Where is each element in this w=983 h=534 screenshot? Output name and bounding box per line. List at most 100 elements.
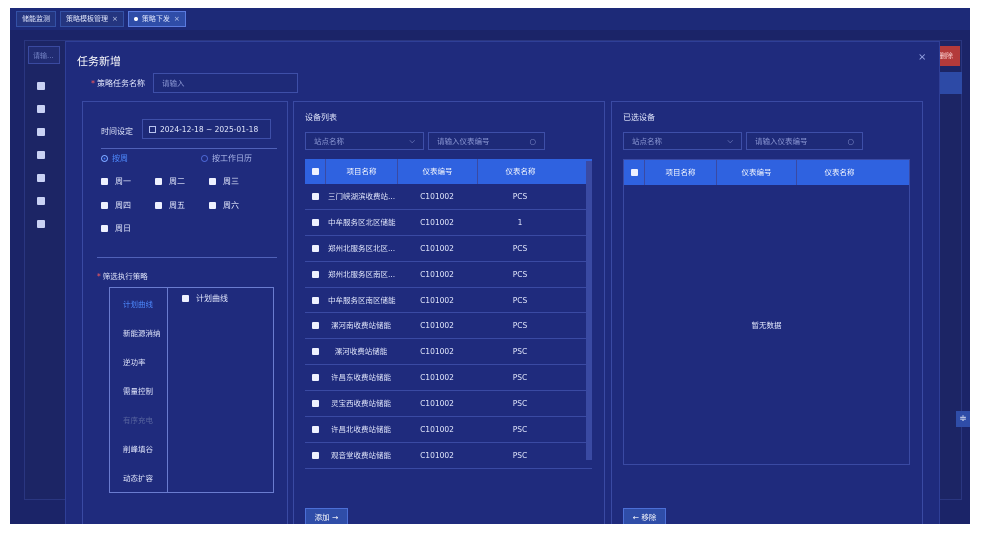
row-checkbox[interactable] xyxy=(305,451,325,459)
table-row[interactable]: 灵宝西收费站储能 C101002 PSC xyxy=(305,391,592,418)
meter-name-cell: PCS xyxy=(512,269,528,279)
row-checkbox[interactable] xyxy=(305,348,325,356)
active-dot-icon xyxy=(133,17,138,21)
required-mark: * xyxy=(97,272,101,281)
checkbox-plan-curve[interactable]: 计划曲线 xyxy=(182,293,228,304)
background-row-checkbox[interactable] xyxy=(37,174,45,182)
row-checkbox[interactable] xyxy=(305,374,325,382)
table-row[interactable]: 郑州北服务区北区... C101002 PCS xyxy=(305,236,592,262)
checkbox-icon xyxy=(209,202,216,209)
table-body: 三门峡湖滨收费站... C101002 PCS 中牟服务区北区储能 C101002 1 郑州… xyxy=(305,184,592,469)
table-row[interactable]: 中牟服务区北区储能 C101002 1 xyxy=(305,210,592,236)
meter-search-placeholder: 请输入仪表编号 xyxy=(755,136,808,146)
strategy-label-text: 筛选执行策略 xyxy=(102,272,148,281)
checkbox-sun[interactable]: 周日 xyxy=(101,223,131,234)
chevron-down-icon: ⌵ xyxy=(409,136,415,145)
checkbox-label: 周三 xyxy=(223,177,239,186)
meter-search-input[interactable]: 请输入仪表编号 ○ xyxy=(746,132,863,150)
checkbox-wed[interactable]: 周三 xyxy=(209,176,239,187)
table-row[interactable]: 观音堂收费站储能 C101002 PSC xyxy=(305,443,592,469)
filter-settings-icon[interactable]: ≑ xyxy=(956,411,970,427)
task-name-input[interactable]: 请输入 xyxy=(153,73,298,93)
checkbox-icon xyxy=(311,451,319,459)
meter-name-cell: PSC xyxy=(512,424,528,434)
select-all-checkbox[interactable] xyxy=(624,169,644,176)
checkbox-icon xyxy=(209,178,216,185)
checkbox-label: 周四 xyxy=(115,201,131,210)
checkbox-sat[interactable]: 周六 xyxy=(209,200,239,211)
background-row-checkbox[interactable] xyxy=(37,82,45,90)
background-row-checkbox[interactable] xyxy=(37,128,45,136)
table-row[interactable]: 三门峡湖滨收费站... C101002 PCS xyxy=(305,184,592,210)
tab-strategy-template[interactable]: 策略模板管理 × xyxy=(60,11,124,27)
meter-code-cell: C101002 xyxy=(420,347,454,357)
table-scrollbar[interactable] xyxy=(586,161,592,460)
background-row-checkbox[interactable] xyxy=(37,197,45,205)
row-checkbox[interactable] xyxy=(305,192,325,200)
checkbox-fri[interactable]: 周五 xyxy=(155,200,185,211)
tab-label: 储能监测 xyxy=(22,15,50,23)
table-row[interactable]: 许昌东收费站储能 C101002 PSC xyxy=(305,365,592,392)
background-row-checkbox[interactable] xyxy=(37,220,45,228)
station-select-placeholder: 站点名称 xyxy=(632,136,662,146)
column-header: 项目名称 xyxy=(644,160,716,185)
checkbox-tue[interactable]: 周二 xyxy=(155,176,185,187)
strategy-item-peak-shaving[interactable]: 削峰填谷 xyxy=(123,444,153,455)
required-mark: * xyxy=(91,79,95,88)
project-name-cell: 郑州北服务区南区... xyxy=(328,269,396,279)
row-checkbox[interactable] xyxy=(305,296,325,304)
row-checkbox[interactable] xyxy=(305,270,325,278)
tab-storage-monitor[interactable]: 储能监测 xyxy=(16,11,56,27)
tab-label: 策略下发 xyxy=(141,15,170,23)
meter-name-cell: PSC xyxy=(512,373,528,383)
meter-code-cell: C101002 xyxy=(420,373,454,383)
station-select[interactable]: 站点名称 ⌵ xyxy=(623,132,742,150)
radio-by-calendar[interactable]: 按工作日历 xyxy=(201,153,252,164)
meter-code-cell: C101002 xyxy=(420,321,454,331)
divider xyxy=(101,148,277,149)
close-icon[interactable]: × xyxy=(112,15,118,23)
row-checkbox[interactable] xyxy=(305,400,325,408)
table-row[interactable]: 中牟服务区南区储能 C101002 PCS xyxy=(305,288,592,314)
date-range-picker[interactable]: 2024-12-18 ~ 2025-01-18 xyxy=(142,119,271,139)
add-button[interactable]: 添加 → xyxy=(305,508,348,524)
table-row[interactable]: 漯河南收费站储能 C101002 PCS xyxy=(305,313,592,340)
meter-name-cell: PSC xyxy=(512,450,528,460)
station-select[interactable]: 站点名称 ⌵ xyxy=(305,132,424,150)
strategy-item-demand-control[interactable]: 需量控制 xyxy=(123,386,153,397)
strategy-item-dynamic-expansion[interactable]: 动态扩容 xyxy=(123,473,153,484)
calendar-icon xyxy=(149,125,156,133)
row-checkbox[interactable] xyxy=(305,218,325,226)
background-row-checkbox[interactable] xyxy=(37,105,45,113)
table-row[interactable]: 许昌北收费站储能 C101002 PSC xyxy=(305,417,592,443)
column-header: 仪表编号 xyxy=(716,160,796,185)
row-checkbox[interactable] xyxy=(305,322,325,330)
strategy-item-reverse-power[interactable]: 逆功率 xyxy=(123,357,146,368)
table-row[interactable]: 郑州北服务区南区... C101002 PCS xyxy=(305,262,592,288)
modal-title: 任务新增 xyxy=(77,55,121,68)
checkbox-icon xyxy=(311,348,319,356)
checkbox-mon[interactable]: 周一 xyxy=(101,176,131,187)
meter-code-cell: C101002 xyxy=(420,243,454,253)
remove-button[interactable]: ← 移除 xyxy=(623,508,666,524)
row-checkbox[interactable] xyxy=(305,244,325,252)
select-all-checkbox[interactable] xyxy=(305,168,325,175)
strategy-item-plan-curve[interactable]: 计划曲线 xyxy=(123,299,153,310)
background-search-input[interactable]: 请输... xyxy=(28,46,60,64)
column-header: 项目名称 xyxy=(325,159,397,184)
radio-by-week[interactable]: 按周 xyxy=(101,153,128,164)
checkbox-thu[interactable]: 周四 xyxy=(101,200,131,211)
time-setting-label: 时间设定 xyxy=(101,127,133,136)
tab-strategy-dispatch[interactable]: 策略下发 × xyxy=(127,11,186,27)
meter-search-input[interactable]: 请输入仪表编号 ○ xyxy=(428,132,545,150)
row-checkbox[interactable] xyxy=(305,425,325,433)
project-name-cell: 漯河收费站储能 xyxy=(334,347,388,357)
checkbox-icon xyxy=(311,296,319,304)
strategy-item-new-energy[interactable]: 新能源消纳 xyxy=(123,328,161,339)
close-icon[interactable]: × xyxy=(174,15,180,23)
background-row-checkbox[interactable] xyxy=(37,151,45,159)
checkbox-icon xyxy=(311,218,319,226)
close-icon[interactable]: × xyxy=(918,52,926,63)
checkbox-icon xyxy=(311,322,319,330)
table-row[interactable]: 漯河收费站储能 C101002 PSC xyxy=(305,339,592,366)
